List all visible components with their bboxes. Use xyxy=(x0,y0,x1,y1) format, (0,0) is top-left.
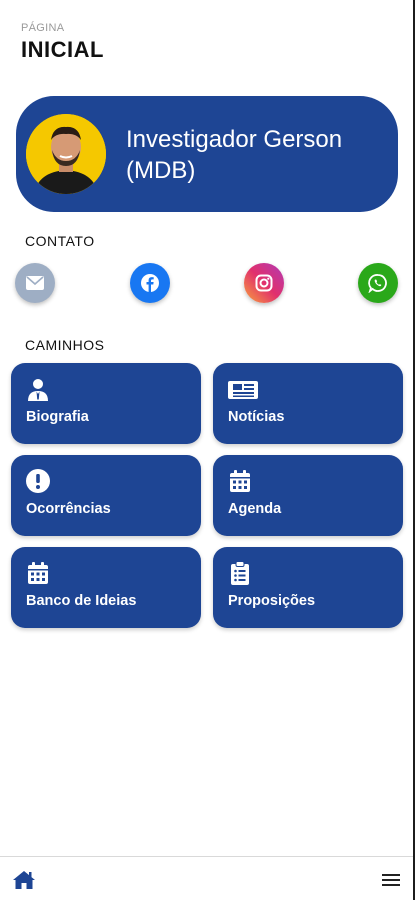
calendar-icon xyxy=(28,562,48,584)
tile-label: Biografia xyxy=(26,409,89,425)
facebook-button[interactable] xyxy=(130,263,170,303)
tile-label: Proposições xyxy=(228,593,316,609)
avatar xyxy=(26,114,106,194)
instagram-icon xyxy=(255,274,273,292)
contact-section-label: CONTATO xyxy=(25,233,95,249)
page-title: INICIAL xyxy=(21,37,104,62)
profile-name: Investigador Gerson (MDB) xyxy=(126,126,343,184)
tile-label: Ocorrências xyxy=(26,501,111,517)
whatsapp-button[interactable] xyxy=(358,263,398,303)
page-subtitle: PÁGINA xyxy=(21,22,65,34)
newspaper-icon xyxy=(228,381,258,399)
tile-banco-de-ideias[interactable]: Banco de Ideias xyxy=(11,547,201,628)
tile-label: Agenda xyxy=(228,501,282,517)
exclamation-circle-icon xyxy=(26,469,50,493)
user-tie-icon xyxy=(28,379,48,401)
profile-card[interactable]: Investigador Gerson (MDB) xyxy=(16,96,398,212)
mail-icon xyxy=(26,276,44,290)
tile-ocorrencias[interactable]: Ocorrências xyxy=(11,455,201,536)
clipboard-list-icon xyxy=(231,561,249,585)
paths-section-label: CAMINHOS xyxy=(25,337,105,353)
mail-button[interactable] xyxy=(15,263,55,303)
tile-label: Banco de Ideias xyxy=(26,593,137,609)
tile-biografia[interactable]: Biografia xyxy=(11,363,201,444)
tile-proposicoes[interactable]: Proposições xyxy=(213,547,403,628)
facebook-icon xyxy=(141,274,159,292)
home-icon[interactable] xyxy=(12,870,36,890)
tile-agenda[interactable]: Agenda xyxy=(213,455,403,536)
tile-noticias[interactable]: Notícias xyxy=(213,363,403,444)
tile-label: Notícias xyxy=(228,409,285,425)
instagram-button[interactable] xyxy=(244,263,284,303)
bottom-navigation xyxy=(0,856,413,901)
menu-icon[interactable] xyxy=(382,873,400,887)
whatsapp-icon xyxy=(368,274,387,293)
page-header: PÁGINA INICIAL xyxy=(21,22,104,63)
calendar-icon xyxy=(230,470,250,492)
